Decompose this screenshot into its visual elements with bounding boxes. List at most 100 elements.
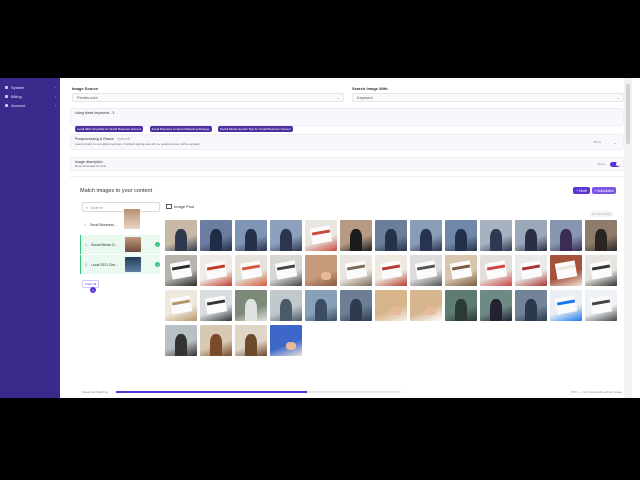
description-state: Show — [597, 162, 605, 166]
image-thumbnail[interactable] — [235, 325, 267, 356]
progress-row: Keywords Matching 67% — 2 of 3 keywords … — [82, 388, 622, 396]
chevron-down-icon[interactable]: ⌄ — [614, 140, 617, 145]
image-thumbnail[interactable] — [235, 290, 267, 321]
image-source-value: Pexels.com — [77, 95, 98, 100]
match-section: Match images to your content + Multi + A… — [70, 176, 624, 398]
image-thumbnail[interactable] — [305, 255, 337, 286]
image-thumbnail[interactable] — [375, 290, 407, 321]
chevron-down-icon: ⌄ — [336, 95, 340, 100]
image-thumbnail[interactable] — [165, 255, 197, 286]
image-thumbnail[interactable] — [270, 220, 302, 251]
image-thumbnail[interactable] — [480, 220, 512, 251]
image-thumbnail[interactable] — [375, 220, 407, 251]
postprocess-title: Postprocessing & Resize — [75, 137, 114, 141]
sidebar: System › Billing › Account › — [0, 78, 60, 398]
photo-figure — [174, 228, 188, 251]
image-thumbnail[interactable] — [235, 255, 267, 286]
postprocess-state: Show — [593, 140, 601, 144]
keyword-tag: Local SEO Checklist for Small Business O… — [75, 126, 144, 132]
image-thumbnail[interactable] — [305, 290, 337, 321]
main-content: Image Source Pexels.com ⌄ Search Image W… — [60, 78, 632, 398]
image-thumbnail[interactable] — [200, 220, 232, 251]
keyword-thumb — [124, 209, 140, 229]
keywords-panel: Using these keywords - 3 Local SEO Check… — [70, 108, 624, 132]
image-thumbnail[interactable] — [550, 255, 582, 286]
sidebar-item-label: System — [11, 84, 25, 90]
image-thumbnail[interactable] — [375, 255, 407, 286]
image-thumbnail[interactable] — [585, 255, 617, 286]
server-icon — [5, 85, 8, 89]
image-thumbnail[interactable] — [410, 255, 442, 286]
image-thumbnail[interactable] — [200, 290, 232, 321]
match-title: Match images to your content — [80, 188, 153, 194]
keyword-item[interactable]: 2 Social Media G... ✓ — [80, 235, 160, 254]
image-source-select[interactable]: Pexels.com ⌄ — [72, 93, 344, 102]
chevron-right-icon: › — [54, 84, 56, 90]
scrollbar[interactable] — [624, 78, 632, 398]
image-thumbnail[interactable] — [445, 255, 477, 286]
image-thumbnail[interactable] — [585, 290, 617, 321]
image-thumbnail[interactable] — [515, 255, 547, 286]
image-thumbnail[interactable] — [165, 290, 197, 321]
image-thumbnail[interactable] — [340, 290, 372, 321]
search-input[interactable]: ⌕ Search — [82, 202, 160, 212]
photo-figure — [524, 228, 538, 251]
keyword-num: 1 — [84, 222, 86, 227]
keyword-item[interactable]: 3 Local SEO Che... ✓ — [80, 255, 160, 274]
image-icon — [166, 204, 172, 209]
description-toggle[interactable] — [610, 161, 620, 167]
image-thumbnail[interactable] — [515, 220, 547, 251]
search-with-select[interactable]: Keyword ⌄ — [352, 93, 624, 102]
photo-figure — [524, 298, 538, 321]
image-thumbnail[interactable] — [410, 220, 442, 251]
keyword-tag: Small Business Content Marketing Strateg… — [149, 126, 212, 132]
postprocess-panel[interactable]: Postprocessing & Resize Optional Learn p… — [70, 134, 624, 150]
sidebar-item-label: Billing — [11, 93, 22, 99]
keyword-label: Local SEO Che... — [90, 262, 118, 267]
image-thumbnail[interactable] — [200, 255, 232, 286]
search-with-value: Keyword — [357, 95, 373, 100]
progress-bar — [116, 391, 402, 393]
photo-figure — [209, 333, 223, 356]
keyword-thumb — [125, 237, 141, 252]
image-thumbnail[interactable] — [515, 290, 547, 321]
image-thumbnail[interactable] — [550, 220, 582, 251]
image-thumbnail[interactable] — [305, 220, 337, 251]
sidebar-item-system[interactable]: System › — [0, 83, 60, 91]
image-thumbnail[interactable] — [445, 220, 477, 251]
image-thumbnail[interactable] — [410, 290, 442, 321]
image-thumbnail[interactable] — [550, 290, 582, 321]
image-thumbnail[interactable] — [270, 255, 302, 286]
search-with-label: Search Image With — [352, 86, 388, 91]
postprocess-desc: Learn priority to use global settings, i… — [75, 142, 201, 146]
image-thumbnail[interactable] — [340, 220, 372, 251]
scroll-thumb[interactable] — [626, 84, 630, 144]
image-thumbnail[interactable] — [340, 255, 372, 286]
search-placeholder: Search — [90, 204, 103, 210]
add-keyword-button[interactable]: + — [90, 287, 96, 293]
toggle-knob — [615, 162, 620, 166]
chevron-right-icon: › — [54, 93, 56, 99]
image-thumbnail[interactable] — [270, 290, 302, 321]
photo-figure — [279, 298, 293, 321]
keyword-item[interactable]: 1 Small Business... — [80, 209, 160, 234]
keyword-tag: Social Media Growth Tips for Small Busin… — [217, 126, 293, 132]
image-thumbnail[interactable] — [445, 290, 477, 321]
card-icon — [5, 94, 8, 98]
automatch-button[interactable]: + AutoMatch — [592, 187, 616, 194]
photo-hand — [321, 272, 331, 280]
image-thumbnail[interactable] — [480, 255, 512, 286]
sidebar-item-account[interactable]: Account › — [0, 101, 60, 109]
multi-button[interactable]: + Multi — [573, 187, 590, 194]
image-thumbnail[interactable] — [585, 220, 617, 251]
image-thumbnail[interactable] — [165, 325, 197, 356]
image-thumbnail[interactable] — [270, 325, 302, 356]
sidebar-item-billing[interactable]: Billing › — [0, 92, 60, 100]
unused-filter[interactable]: Not Yet Assign — [590, 211, 614, 217]
keyword-thumb — [125, 257, 141, 272]
image-thumbnail[interactable] — [235, 220, 267, 251]
image-thumbnail[interactable] — [165, 220, 197, 251]
check-icon: ✓ — [155, 242, 160, 247]
image-thumbnail[interactable] — [200, 325, 232, 356]
image-thumbnail[interactable] — [480, 290, 512, 321]
